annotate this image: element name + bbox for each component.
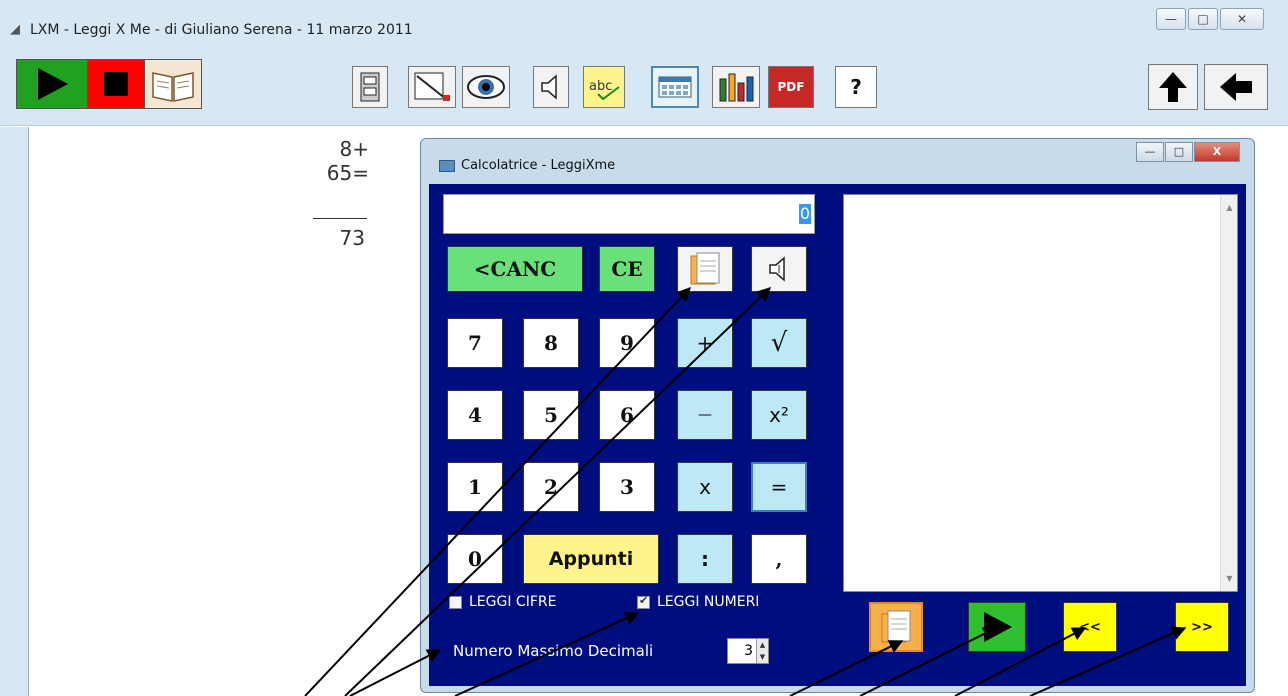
next-button[interactable]: >> [1175,602,1229,652]
read-aloud-button[interactable] [751,246,807,292]
arrow-left-icon [1220,73,1252,101]
left-margin [0,127,28,696]
leggi-cifre-checkbox[interactable]: LEGGI CIFRE [449,594,556,610]
svg-text:abc: abc [589,79,612,94]
tape-scrollbar[interactable]: ▲ ▼ [1220,195,1237,591]
appunti-button[interactable]: Appunti [523,534,659,584]
checkbox-box [637,594,650,609]
stop-icon [104,72,128,96]
copy-button[interactable] [677,246,733,292]
dialog-titlebar[interactable]: Calcolatrice - LeggiXme — □ X [421,139,1254,183]
scroll-down-icon[interactable]: ▼ [1221,574,1238,583]
checkbox-label: LEGGI NUMERI [657,594,760,610]
digit-0-button[interactable]: 0 [447,534,503,584]
window-controls: — □ ✕ [1154,8,1264,30]
minus-button[interactable]: — [677,390,733,440]
digit-5-button[interactable]: 5 [523,390,579,440]
calculation-block: 8+ 65= 73 [309,137,369,267]
history-tape[interactable]: ▲ ▼ [843,194,1238,592]
clear-entry-button[interactable]: CE [599,246,655,292]
plus-button[interactable]: + [677,318,733,368]
cabinet-button[interactable] [352,66,388,108]
calculator-icon [658,76,692,98]
calculator-small-icon [439,160,455,172]
digit-7-button[interactable]: 7 [447,318,503,368]
decimal-comma-button[interactable]: , [751,534,807,584]
speaker-icon [769,256,785,282]
paste-button[interactable] [869,602,923,652]
edit-page-button[interactable] [408,66,456,108]
bar-chart-icon [719,73,754,102]
digit-2-button[interactable]: 2 [523,462,579,512]
help-button[interactable]: ? [835,66,877,108]
clipboard-icon [690,252,720,285]
decimals-value: 3 [744,643,753,659]
calculator-dialog: Calcolatrice - LeggiXme — □ X 0 <CANC CE… [420,138,1255,693]
spelling-button[interactable]: abc [583,66,625,108]
pdf-button[interactable]: PDF [768,66,814,108]
previous-button[interactable]: << [1063,602,1117,652]
eye-icon [467,75,505,99]
play-icon [38,68,68,100]
digit-6-button[interactable]: 6 [599,390,655,440]
multiply-button[interactable]: x [677,462,733,512]
display-value: 0 [798,204,811,224]
main-titlebar: ◢ LXM - Leggi X Me - di Giuliano Serena … [0,0,1288,50]
divide-button[interactable]: : [677,534,733,584]
arrow-left-button[interactable] [1204,64,1268,110]
sum-rule [313,218,367,219]
equals-button[interactable]: = [751,462,807,512]
decimals-label: Numero Massimo Decimali [453,642,654,660]
dialog-close-button[interactable]: X [1194,142,1240,162]
main-toolbar: abc PDF ? [0,50,1288,126]
checkbox-label: LEGGI CIFRE [469,594,557,610]
dialog-maximize-button[interactable]: □ [1165,142,1193,162]
window-title: LXM - Leggi X Me - di Giuliano Serena - … [30,22,413,38]
maximize-button[interactable]: □ [1188,8,1218,30]
dialog-title: Calcolatrice - LeggiXme [461,158,616,173]
scroll-up-icon[interactable]: ▲ [1221,203,1238,212]
result-line: 73 [339,226,365,250]
cancel-char-button[interactable]: <CANC [447,246,583,292]
close-button[interactable]: ✕ [1220,8,1264,30]
dialog-controls: — □ X [1135,142,1240,162]
page-pen-icon [414,72,450,101]
digit-4-button[interactable]: 4 [447,390,503,440]
spellcheck-icon: abc [589,79,620,101]
digit-9-button[interactable]: 9 [599,318,655,368]
minimize-button[interactable]: — [1156,8,1186,30]
view-button[interactable] [462,66,510,108]
calculator-button[interactable] [651,66,699,108]
speaker-icon [541,74,557,100]
digit-1-button[interactable]: 1 [447,462,503,512]
play-icon [984,612,1012,642]
operand-line: 8+ [339,137,369,161]
dialog-minimize-button[interactable]: — [1136,142,1164,162]
arrow-up-button[interactable] [1148,64,1198,110]
operand-line: 65= [326,161,369,185]
file-cabinet-icon [360,72,380,102]
book-icon [152,72,194,102]
digit-3-button[interactable]: 3 [599,462,655,512]
speaker-app-icon: ◢ [10,22,20,37]
decimals-spinner[interactable]: 3 ▲ ▼ [727,638,769,664]
speak-tape-button[interactable] [968,602,1026,652]
charts-button[interactable] [712,66,760,108]
checkbox-box [449,595,462,609]
square-button[interactable]: x² [751,390,807,440]
spinner-arrows-icon[interactable]: ▲ ▼ [756,639,768,663]
square-root-button[interactable]: √ [751,318,807,368]
open-book-button[interactable] [144,59,202,109]
digit-8-button[interactable]: 8 [523,318,579,368]
play-button[interactable] [16,59,88,109]
stop-button[interactable] [87,59,145,109]
calculator-display[interactable]: 0 [443,194,815,234]
calculator-body: 0 <CANC CE 7 8 9 + √ 4 5 6 — x² 1 2 3 x … [429,184,1246,686]
speak-button[interactable] [533,66,569,108]
clipboard-icon [881,610,911,643]
leggi-numeri-checkbox[interactable]: LEGGI NUMERI [637,594,759,610]
arrow-up-icon [1159,72,1187,102]
